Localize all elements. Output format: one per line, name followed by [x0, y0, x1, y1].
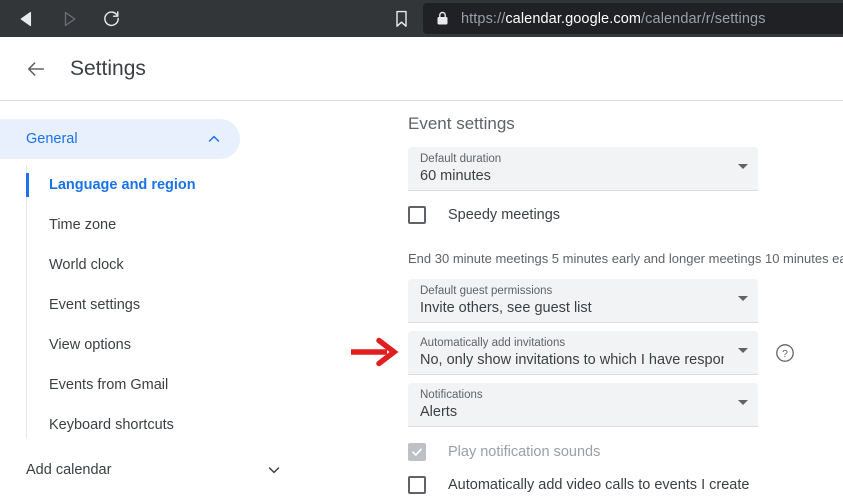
sidebar-section-general-label: General	[26, 131, 78, 147]
page-title: Settings	[70, 56, 146, 80]
settings-sidebar: General Language and region Time zone Wo…	[0, 102, 300, 504]
sidebar-section-add-calendar-label: Add calendar	[26, 462, 112, 478]
sidebar-section-import-export[interactable]: Import & export	[0, 495, 300, 504]
sidebar-section-add-calendar[interactable]: Add calendar	[0, 450, 300, 490]
arrow-left-icon	[27, 61, 45, 76]
forward-button[interactable]	[52, 4, 86, 34]
play-notification-sounds-label: Play notification sounds	[448, 444, 601, 460]
sidebar-section-general[interactable]: General	[0, 119, 240, 159]
forward-triangle-icon	[64, 11, 76, 26]
default-duration-value: 60 minutes	[420, 168, 491, 184]
url-host: calendar.google.com	[505, 10, 642, 27]
address-bar[interactable]: https://calendar.google.com/calendar/r/s…	[423, 3, 843, 34]
chevron-down-icon	[266, 462, 282, 478]
speedy-meetings-label: Speedy meetings	[448, 207, 561, 223]
auto-add-invitations-value: No, only show invitations to which I hav…	[420, 352, 724, 368]
help-circle-icon[interactable]: ?	[774, 342, 796, 364]
checkbox-checked-icon[interactable]	[408, 443, 426, 461]
sidebar-item-label: Events from Gmail	[49, 377, 169, 393]
default-duration-label: Default duration	[420, 153, 502, 165]
dropdown-caret-icon	[738, 296, 748, 301]
speedy-meetings-helper-text: End 30 minute meetings 5 minutes early a…	[408, 251, 843, 266]
reload-button[interactable]	[94, 4, 128, 34]
browser-nav-buttons	[0, 4, 128, 34]
address-bar-url: https://calendar.google.com/calendar/r/s…	[461, 11, 766, 27]
auto-add-video-calls-checkbox-row[interactable]: Automatically add video calls to events …	[408, 476, 749, 494]
sidebar-item-label: Language and region	[49, 177, 196, 193]
sidebar-item-label: Event settings	[49, 297, 141, 313]
notifications-dropdown[interactable]: Notifications Alerts	[408, 383, 758, 427]
checkbox-icon[interactable]	[408, 476, 426, 494]
sidebar-item-time-zone[interactable]: Time zone	[0, 205, 300, 245]
speedy-meetings-checkbox-row[interactable]: Speedy meetings	[408, 206, 560, 224]
sidebar-item-world-clock[interactable]: World clock	[0, 245, 300, 285]
back-triangle-icon	[20, 11, 32, 26]
url-path: /calendar/r/settings	[641, 10, 766, 27]
back-button[interactable]	[10, 4, 44, 34]
settings-back-button[interactable]	[24, 57, 48, 81]
sidebar-item-label: View options	[49, 337, 131, 353]
chevron-up-icon	[206, 131, 222, 147]
notifications-value: Alerts	[420, 404, 458, 420]
sidebar-item-keyboard-shortcuts[interactable]: Keyboard shortcuts	[0, 405, 300, 445]
lock-icon	[435, 11, 450, 26]
sidebar-general-subitems: Language and region Time zone World cloc…	[0, 165, 300, 445]
bookmark-icon	[395, 10, 407, 27]
bookmark-button[interactable]	[385, 0, 417, 37]
play-notification-sounds-checkbox-row[interactable]: Play notification sounds	[408, 443, 600, 461]
auto-add-invitations-label: Automatically add invitations	[420, 337, 566, 349]
default-guest-permissions-label: Default guest permissions	[420, 285, 553, 297]
default-guest-permissions-value: Invite others, see guest list	[420, 300, 592, 316]
sidebar-item-language-and-region[interactable]: Language and region	[0, 165, 300, 205]
auto-add-invitations-dropdown[interactable]: Automatically add invitations No, only s…	[408, 331, 758, 375]
sidebar-item-view-options[interactable]: View options	[0, 325, 300, 365]
url-scheme: https://	[461, 10, 506, 27]
sidebar-item-event-settings[interactable]: Event settings	[0, 285, 300, 325]
default-duration-dropdown[interactable]: Default duration 60 minutes	[408, 147, 758, 191]
dropdown-caret-icon	[738, 348, 748, 353]
dropdown-caret-icon	[738, 400, 748, 405]
sidebar-item-label: World clock	[49, 257, 124, 273]
svg-text:?: ?	[782, 348, 788, 360]
sidebar-item-events-from-gmail[interactable]: Events from Gmail	[0, 365, 300, 405]
notifications-label: Notifications	[420, 389, 483, 401]
sidebar-item-label: Time zone	[49, 217, 117, 233]
browser-toolbar: https://calendar.google.com/calendar/r/s…	[0, 0, 843, 37]
dropdown-caret-icon	[738, 164, 748, 169]
reload-icon	[103, 11, 119, 27]
sidebar-item-label: Keyboard shortcuts	[49, 417, 174, 433]
auto-add-video-calls-label: Automatically add video calls to events …	[448, 477, 750, 493]
default-guest-permissions-dropdown[interactable]: Default guest permissions Invite others,…	[408, 279, 758, 323]
section-title-event-settings: Event settings	[408, 114, 515, 133]
settings-header: Settings	[0, 37, 843, 101]
settings-main-pane: Event settings Default duration 60 minut…	[300, 102, 843, 504]
checkbox-icon[interactable]	[408, 206, 426, 224]
